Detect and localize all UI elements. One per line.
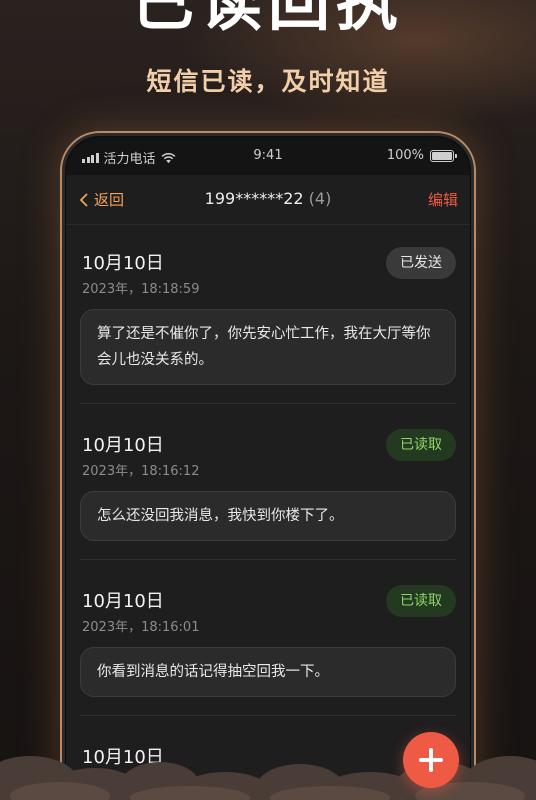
divider — [80, 559, 456, 560]
phone-frame: 活力电话 9:41 100% 返回 199******22 (4) 编辑 10月… — [60, 131, 476, 800]
status-badge: 已读取 — [386, 585, 456, 617]
status-badge: 已读取 — [386, 429, 456, 461]
phone-screen: 活力电话 9:41 100% 返回 199******22 (4) 编辑 10月… — [66, 137, 470, 800]
message-bubble[interactable]: 算了还是不催你了，你先安心忙工作，我在大厅等你会儿也没关系的。 — [80, 309, 456, 385]
list-item[interactable]: 10月10日 2023年，18:16:01 已读取 你看到消息的话记得抽空回我一… — [80, 585, 456, 697]
list-item[interactable]: 10月10日 2023年，18:03:27 — [80, 743, 456, 800]
battery-percent: 100% — [386, 148, 424, 163]
battery-icon — [430, 149, 457, 162]
hero-subtitle: 短信已读，及时知道 — [146, 67, 390, 96]
message-bubble[interactable]: 你看到消息的话记得抽空回我一下。 — [80, 647, 456, 697]
divider — [80, 403, 456, 404]
message-date: 10月10日 — [82, 591, 164, 612]
add-button[interactable] — [403, 732, 459, 788]
message-time: 2023年，18:03:27 — [82, 776, 200, 791]
conversation-title: 199******22 (4) — [66, 189, 470, 208]
status-badge: 已发送 — [386, 247, 456, 279]
list-item[interactable]: 10月10日 2023年，18:16:12 已读取 怎么还没回我消息，我快到你楼… — [80, 429, 456, 541]
message-date: 10月10日 — [82, 747, 164, 768]
message-count: (4) — [308, 189, 332, 208]
hero-title: 已读回执 — [131, 0, 404, 39]
message-time: 2023年，18:16:12 — [82, 464, 200, 479]
list-item[interactable]: 10月10日 2023年，18:18:59 已发送 算了还是不催你了，你先安心忙… — [80, 247, 456, 389]
message-list[interactable]: 10月10日 2023年，18:18:59 已发送 算了还是不催你了，你先安心忙… — [66, 225, 470, 800]
message-date: 10月10日 — [82, 435, 164, 456]
divider — [80, 715, 456, 716]
message-time: 2023年，18:18:59 — [82, 282, 200, 297]
nav-bar: 返回 199******22 (4) 编辑 — [66, 175, 470, 225]
message-time: 2023年，18:16:01 — [82, 620, 200, 635]
status-bar: 活力电话 9:41 100% — [66, 137, 470, 175]
message-date: 10月10日 — [82, 253, 164, 274]
message-bubble[interactable]: 怎么还没回我消息，我快到你楼下了。 — [80, 491, 456, 541]
edit-button[interactable]: 编辑 — [428, 189, 458, 210]
contact-number: 199******22 — [204, 189, 304, 208]
